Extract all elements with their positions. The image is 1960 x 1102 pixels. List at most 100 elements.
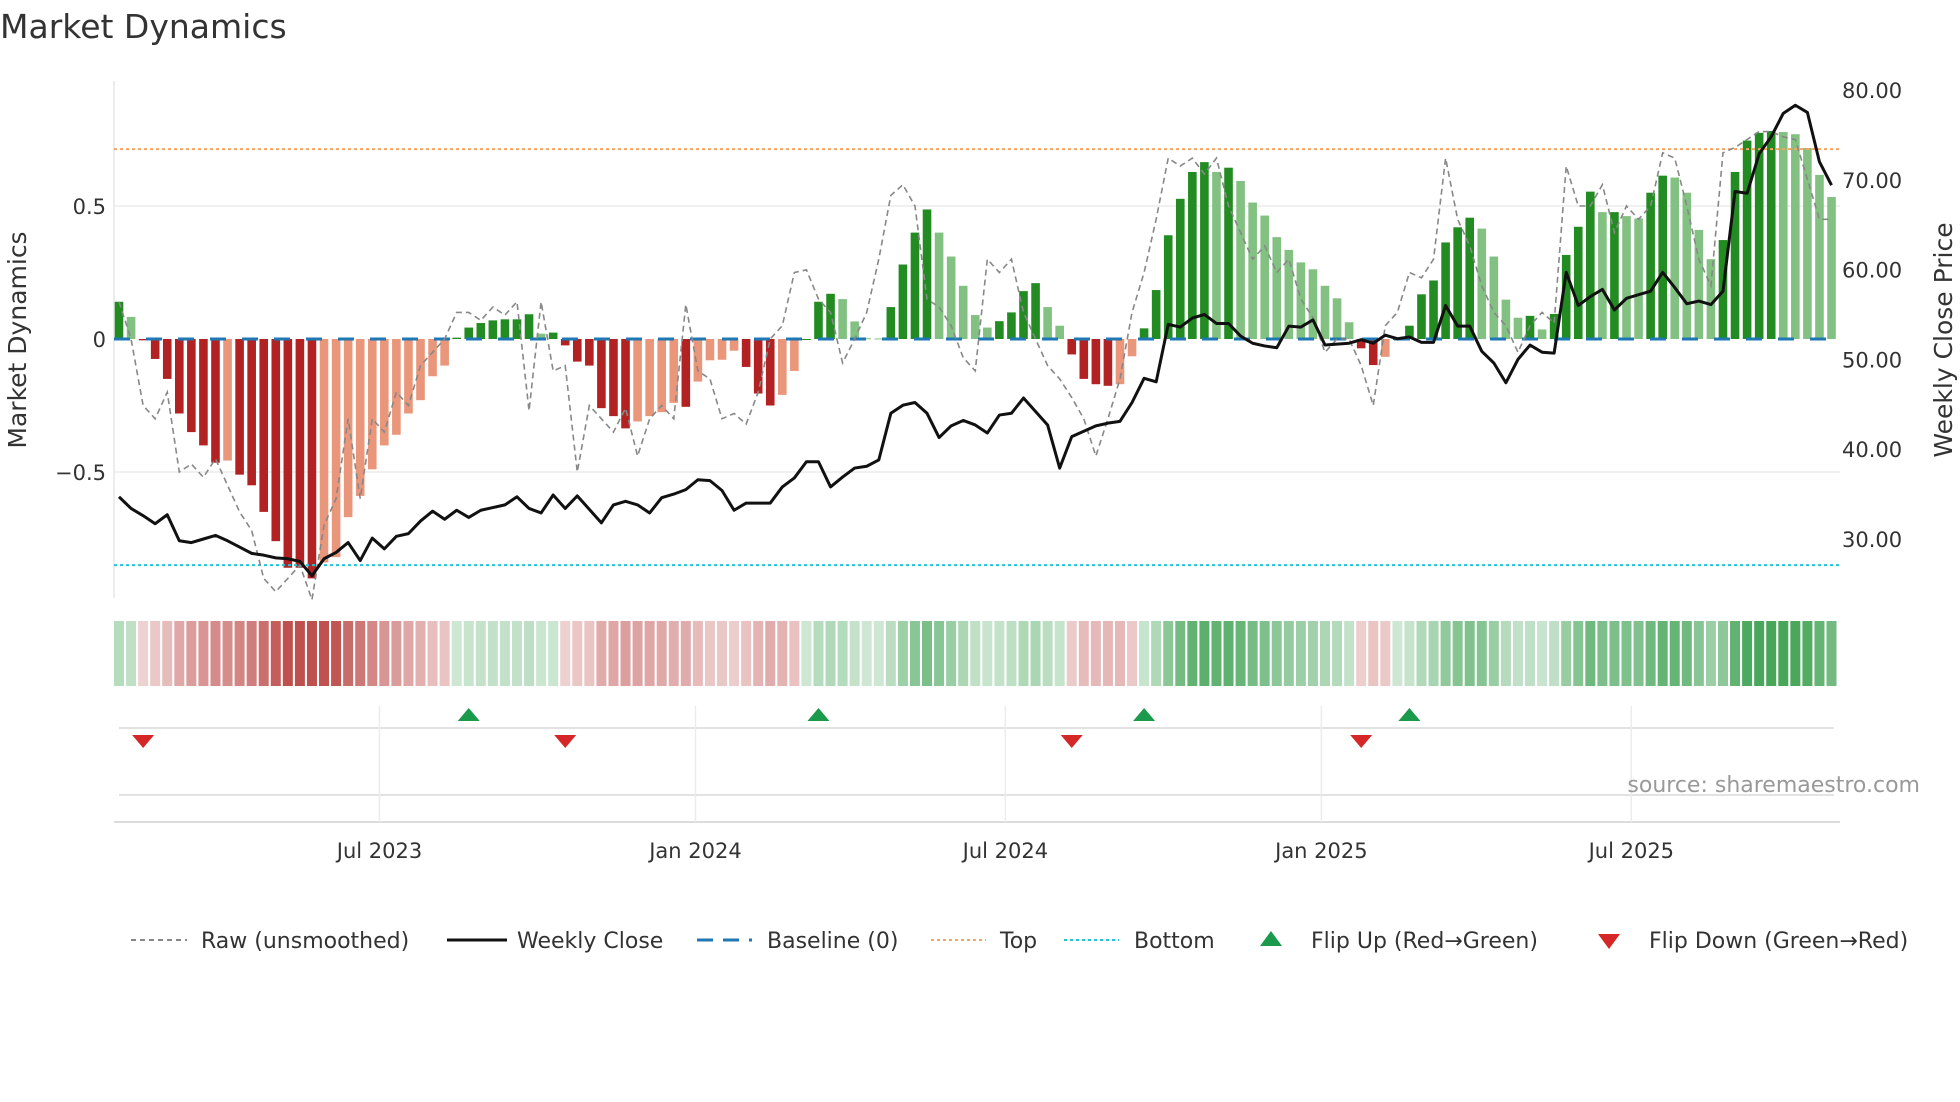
momentum-bar <box>705 339 715 361</box>
momentum-bar <box>1139 328 1149 339</box>
heat-strip-cell <box>704 621 715 686</box>
heat-strip-cell <box>1320 621 1330 686</box>
heat-strip-cell <box>1609 621 1620 686</box>
momentum-bar <box>1573 226 1583 339</box>
heat-strip-cell <box>511 621 522 686</box>
heat-strip-cell <box>174 621 185 686</box>
momentum-bar <box>1694 229 1704 339</box>
flip-up-marker <box>1398 708 1421 721</box>
momentum-bar <box>1151 290 1161 339</box>
heat-strip-cell <box>1428 621 1439 686</box>
legend-baseline-label: Baseline (0) <box>767 929 898 954</box>
heat-strip-cell <box>186 621 197 686</box>
heat-strip-cell <box>1090 621 1101 686</box>
momentum-bar <box>585 339 594 366</box>
momentum-bar <box>1200 162 1209 339</box>
momentum-bar <box>1272 237 1282 339</box>
flip-up-marker <box>807 708 830 721</box>
momentum-bar <box>790 339 799 371</box>
momentum-bar <box>753 339 763 394</box>
heat-strip-cell <box>1464 621 1475 686</box>
momentum-bar <box>572 339 582 362</box>
momentum-bar <box>838 299 847 339</box>
y-axis-label-left: Market Dynamics <box>3 231 32 448</box>
momentum-bar <box>1489 256 1499 339</box>
y-right-tick-label: 50.00 <box>1842 348 1902 372</box>
momentum-bar <box>126 316 136 339</box>
heat-strip-cell <box>777 621 788 686</box>
y-right-tick-label: 70.00 <box>1842 169 1902 193</box>
heat-strip-cell <box>439 621 450 686</box>
heat-strip-cell <box>608 621 619 686</box>
momentum-bar <box>995 321 1004 339</box>
heat-strip-cell <box>536 621 547 686</box>
heat-strip-cell <box>1440 621 1451 686</box>
heat-strip-cell <box>668 621 679 686</box>
heat-strip-cell <box>1512 621 1523 686</box>
heat-strip-cell <box>1271 621 1282 686</box>
x-tick-label: Jul 2023 <box>335 839 422 863</box>
momentum-bar <box>1320 285 1330 339</box>
heat-strip-cell <box>994 621 1005 686</box>
heat-strip-cell <box>1537 621 1548 686</box>
momentum-bar <box>1260 215 1269 339</box>
heat-strip-cell <box>1766 621 1777 686</box>
heat-strip-cell <box>427 621 438 686</box>
momentum-bar <box>1127 339 1137 357</box>
heat-strip-cell <box>1127 621 1138 686</box>
heat-strip-cell <box>138 621 149 686</box>
heat-strip-cell <box>885 621 896 686</box>
heat-strip-cell <box>1705 621 1716 686</box>
momentum-bar <box>1188 171 1197 339</box>
heat-strip-cell <box>1681 621 1692 686</box>
momentum-bar <box>476 323 486 339</box>
heat-strip-cell <box>282 621 293 686</box>
momentum-bar <box>259 339 269 512</box>
momentum-bar <box>657 339 666 413</box>
heat-strip-cell <box>837 621 848 686</box>
momentum-bar <box>428 339 437 377</box>
heat-strip-cell <box>210 621 221 686</box>
flip-down-marker <box>1060 735 1083 748</box>
x-tick-label: Jul 2025 <box>1587 839 1674 863</box>
heat-strip-cell <box>692 621 703 686</box>
heat-strip-cell <box>1826 621 1837 686</box>
market-dynamics-chart: Market Dynamics −0.5 0 0.5 30.00 40.00 50.00 6… <box>0 7 1958 954</box>
momentum-bar <box>681 339 691 407</box>
momentum-bar <box>874 338 884 340</box>
momentum-bar <box>548 332 558 339</box>
heat-strip-cell <box>1525 621 1536 686</box>
heat-strip-cell <box>789 621 800 686</box>
heat-strip-cell <box>150 621 161 686</box>
heat-strip-cell <box>306 621 317 686</box>
momentum-bar <box>958 285 968 339</box>
x-tick-label: Jul 2024 <box>961 839 1048 863</box>
heat-strip-cell <box>1645 621 1656 686</box>
momentum-bar <box>271 339 281 542</box>
momentum-bar <box>1212 171 1221 339</box>
momentum-bar <box>150 339 160 359</box>
heat-strip-cell <box>873 621 884 686</box>
momentum-bar <box>247 339 256 486</box>
momentum-bar <box>500 319 510 339</box>
heat-strip-cell <box>922 621 933 686</box>
momentum-bar <box>1815 174 1824 339</box>
momentum-bar <box>1332 298 1342 339</box>
heat-strip-cell <box>717 621 727 686</box>
momentum-bar <box>392 339 401 435</box>
flip-down-marker <box>554 735 577 748</box>
momentum-bar <box>1742 140 1752 339</box>
heat-strip <box>114 621 1837 686</box>
momentum-bar <box>1007 312 1016 339</box>
momentum-bar <box>452 337 461 339</box>
momentum-bar <box>1091 339 1101 385</box>
heat-strip-cell <box>1163 621 1174 686</box>
heat-strip-cell <box>1259 621 1270 686</box>
momentum-bar <box>802 339 811 340</box>
heat-strip-cell <box>1114 621 1125 686</box>
heat-strip-cell <box>246 621 257 686</box>
heat-strip-cell <box>524 621 535 686</box>
momentum-bar <box>1598 212 1607 339</box>
heat-strip-cell <box>548 621 559 686</box>
heat-strip-cell <box>331 621 342 686</box>
